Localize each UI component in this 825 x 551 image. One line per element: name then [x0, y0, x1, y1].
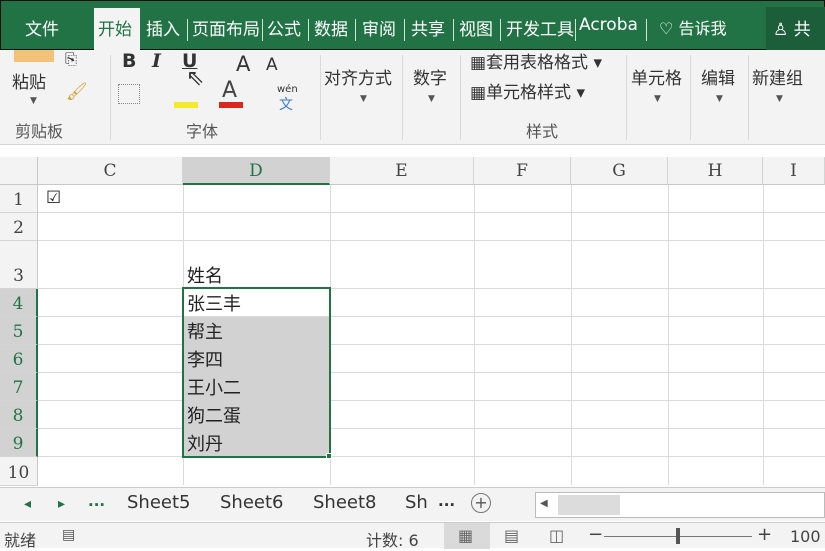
- tab-insert[interactable]: 插入: [146, 15, 180, 40]
- table-style-icon: ▦: [470, 53, 487, 73]
- zoom-slider-thumb[interactable]: [676, 528, 680, 544]
- column-header[interactable]: G: [571, 157, 668, 185]
- column-header[interactable]: E: [330, 157, 474, 185]
- bold-button[interactable]: B: [122, 50, 136, 72]
- checkbox[interactable]: ☑: [46, 188, 61, 208]
- scrollbar-thumb[interactable]: [558, 495, 620, 515]
- add-sheet-icon[interactable]: +: [471, 493, 491, 513]
- borders-icon[interactable]: [118, 84, 140, 104]
- tell-me[interactable]: ♡ 告诉我: [659, 15, 726, 39]
- sheet-tab[interactable]: Sheet8: [313, 492, 377, 513]
- cell-styles-button[interactable]: ▦单元格样式 ▾: [470, 78, 585, 103]
- sheet-tab[interactable]: Sh: [405, 492, 428, 513]
- row-header[interactable]: 8: [0, 401, 38, 429]
- cell-style-icon: ▦: [470, 83, 487, 103]
- zoom-level[interactable]: 100: [790, 527, 821, 546]
- tab-review[interactable]: 审阅: [362, 15, 396, 40]
- zoom-out-button[interactable]: −: [588, 524, 603, 545]
- number-button[interactable]: 数字: [413, 64, 447, 89]
- tab-acrobat[interactable]: Acroba: [579, 15, 638, 35]
- ribbon: 粘贴 ▼ ⎘ 🖌 剪贴板 B I U A A A wén 文 字体 对齐方式 ▼…: [0, 50, 825, 145]
- ready-status: 就绪: [4, 531, 37, 550]
- scroll-left-arrow[interactable]: ◀: [540, 498, 548, 509]
- cells-button[interactable]: 单元格: [631, 64, 682, 89]
- user-add-icon: ♙: [773, 20, 789, 40]
- mouse-cursor-icon: ⇖: [186, 66, 205, 91]
- font-group-label: 字体: [186, 122, 219, 141]
- page-layout-view-icon[interactable]: ▤: [504, 526, 519, 545]
- tab-page-layout[interactable]: 页面布局: [192, 15, 260, 40]
- cell-d5[interactable]: 帮主: [184, 317, 329, 345]
- styles-group-label: 样式: [526, 122, 559, 141]
- row-header[interactable]: 2: [0, 213, 38, 241]
- cell-d8[interactable]: 狗二蛋: [184, 401, 329, 429]
- ribbon-tab-bar: 文件 开始 插入 页面布局 公式 数据 审阅 共享 视图 开发工具 Acroba…: [0, 0, 825, 51]
- zoom-in-button[interactable]: +: [757, 524, 772, 545]
- tab-developer[interactable]: 开发工具: [506, 15, 574, 40]
- status-bar: 就绪 ▤ 计数: 6 ▦ ▤ ◫ − + 100: [0, 522, 825, 550]
- clipboard-group-label: 剪贴板: [15, 122, 64, 141]
- tab-formulas[interactable]: 公式: [267, 15, 301, 40]
- row-header[interactable]: 5: [0, 317, 38, 345]
- row-header[interactable]: 7: [0, 373, 38, 401]
- count-status: 计数: 6: [366, 531, 419, 550]
- alignment-button[interactable]: 对齐方式: [324, 64, 392, 89]
- tab-data[interactable]: 数据: [314, 15, 348, 40]
- column-header[interactable]: H: [668, 157, 763, 185]
- scroll-left-icon[interactable]: ◂: [24, 496, 31, 512]
- column-header[interactable]: D: [183, 157, 330, 185]
- page-break-view-icon[interactable]: ◫: [549, 526, 564, 545]
- scroll-right-icon[interactable]: ▸: [58, 496, 65, 512]
- cell-d4[interactable]: 张三丰: [184, 289, 329, 317]
- new-group-button[interactable]: 新建组: [752, 64, 803, 89]
- macro-record-icon[interactable]: ▤: [62, 527, 75, 543]
- row-header[interactable]: 1: [0, 185, 38, 213]
- format-as-table-button[interactable]: ▦套用表格格式 ▾: [470, 48, 602, 73]
- sheet-tab-bar: ◂ ▸ ... Sheet5 Sheet6 Sheet8 Sh ... + ◀: [0, 487, 825, 521]
- column-header[interactable]: C: [38, 157, 183, 185]
- sheet-tab[interactable]: Sheet6: [220, 492, 284, 513]
- phonetic-icon[interactable]: 文: [279, 94, 293, 114]
- format-painter-icon[interactable]: 🖌: [66, 82, 88, 102]
- tab-home[interactable]: 开始: [94, 8, 140, 51]
- row-header[interactable]: 10: [0, 457, 38, 486]
- fill-color-button[interactable]: [174, 102, 198, 108]
- select-all-button[interactable]: [0, 157, 38, 185]
- horizontal-scrollbar[interactable]: ◀: [535, 492, 825, 518]
- cell-d3[interactable]: 姓名: [184, 241, 329, 289]
- column-header[interactable]: F: [474, 157, 571, 185]
- cell-d6[interactable]: 李四: [184, 345, 329, 373]
- cell-d9[interactable]: 刘丹: [184, 429, 329, 457]
- row-header[interactable]: 6: [0, 345, 38, 373]
- sheet-tab[interactable]: Sheet5: [127, 492, 191, 513]
- tab-share[interactable]: 共享: [411, 15, 445, 40]
- more-sheets-right[interactable]: ...: [438, 492, 455, 510]
- font-color-button[interactable]: A: [222, 78, 237, 103]
- editing-button[interactable]: 编辑: [701, 64, 735, 89]
- more-sheets-button[interactable]: ...: [88, 492, 105, 510]
- column-header[interactable]: I: [763, 157, 825, 185]
- italic-button[interactable]: I: [152, 50, 161, 72]
- normal-view-icon[interactable]: ▦: [458, 526, 473, 545]
- lightbulb-icon: ♡: [659, 19, 674, 38]
- row-header[interactable]: 9: [0, 429, 38, 457]
- copy-icon[interactable]: ⎘: [65, 50, 77, 68]
- paste-icon: [14, 50, 54, 62]
- row-header[interactable]: 3: [0, 241, 38, 289]
- increase-font-button[interactable]: A: [236, 52, 250, 76]
- cell-d7[interactable]: 王小二: [184, 373, 329, 401]
- tab-view[interactable]: 视图: [459, 15, 493, 40]
- decrease-font-button[interactable]: A: [266, 55, 278, 75]
- paste-button[interactable]: 粘贴: [12, 68, 46, 93]
- row-header[interactable]: 4: [0, 289, 38, 317]
- share-button[interactable]: ♙ 共: [773, 15, 811, 40]
- tab-file[interactable]: 文件: [25, 15, 59, 40]
